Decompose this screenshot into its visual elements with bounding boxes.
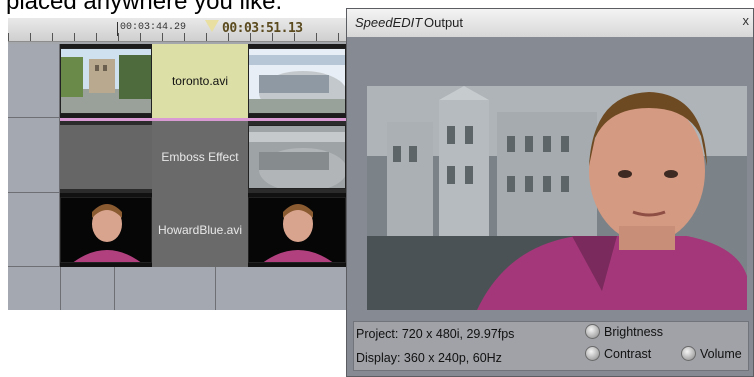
close-icon[interactable]: x	[743, 13, 750, 28]
contrast-option[interactable]: Contrast	[585, 346, 651, 361]
track-video-1[interactable]: toronto.avi	[60, 44, 346, 118]
timecode-current: 00:03:51.13	[222, 21, 303, 36]
track-header-1[interactable]	[8, 44, 60, 118]
timeline-panel[interactable]: 00:03:44.29 00:03:51.13 toronto.avi Embo…	[8, 18, 346, 310]
timecode-marker: 00:03:44.29	[116, 22, 187, 36]
volume-label: Volume	[700, 346, 742, 361]
track-divider	[114, 267, 115, 310]
caption-text: placed anywhere you like.	[6, 0, 283, 15]
clip-emboss-effect[interactable]: Emboss Effect	[152, 121, 248, 193]
track-empty[interactable]	[8, 267, 346, 310]
brightness-option[interactable]: Brightness	[585, 324, 663, 339]
effect-lead-block	[60, 125, 152, 189]
playhead-icon[interactable]	[205, 20, 219, 32]
radio-icon[interactable]	[585, 324, 600, 339]
clip-label: toronto.avi	[171, 74, 229, 88]
radio-icon[interactable]	[585, 346, 600, 361]
track-divider	[60, 267, 61, 310]
clip-thumbnail-end	[248, 48, 346, 114]
track-header-3[interactable]	[8, 193, 60, 267]
clip-thumbnail-end	[248, 125, 346, 189]
track-video-2[interactable]: Emboss Effect	[60, 118, 346, 193]
track-divider	[215, 267, 216, 310]
clip-label: Emboss Effect	[161, 150, 239, 164]
clip-howardblue[interactable]: HowardBlue.avi	[152, 193, 248, 267]
timeline-ruler[interactable]: 00:03:44.29 00:03:51.13	[8, 18, 346, 42]
clip-toronto[interactable]: toronto.avi	[152, 44, 248, 118]
clip-thumbnail-start	[60, 48, 152, 114]
display-info: Display: 360 x 240p, 60Hz	[356, 351, 502, 365]
radio-icon[interactable]	[681, 346, 696, 361]
clip-label: HowardBlue.avi	[157, 223, 243, 237]
output-title-bar[interactable]: SpeedEDIT Output x	[347, 9, 753, 37]
clip-thumbnail-start	[60, 197, 152, 263]
volume-option[interactable]: Volume	[681, 346, 742, 361]
track-header-2[interactable]	[8, 118, 60, 193]
title-suffix: Output	[424, 15, 464, 30]
track-video-3[interactable]: HowardBlue.avi	[60, 193, 346, 267]
contrast-label: Contrast	[604, 346, 652, 361]
project-info: Project: 720 x 480i, 29.97fps	[356, 327, 515, 341]
output-window[interactable]: SpeedEDIT Output x Project: 720 x 480i, …	[346, 8, 754, 377]
video-preview	[367, 86, 747, 310]
brightness-label: Brightness	[604, 324, 664, 339]
title-app-name: SpeedEDIT	[355, 15, 423, 30]
clip-thumbnail-end	[248, 197, 346, 263]
